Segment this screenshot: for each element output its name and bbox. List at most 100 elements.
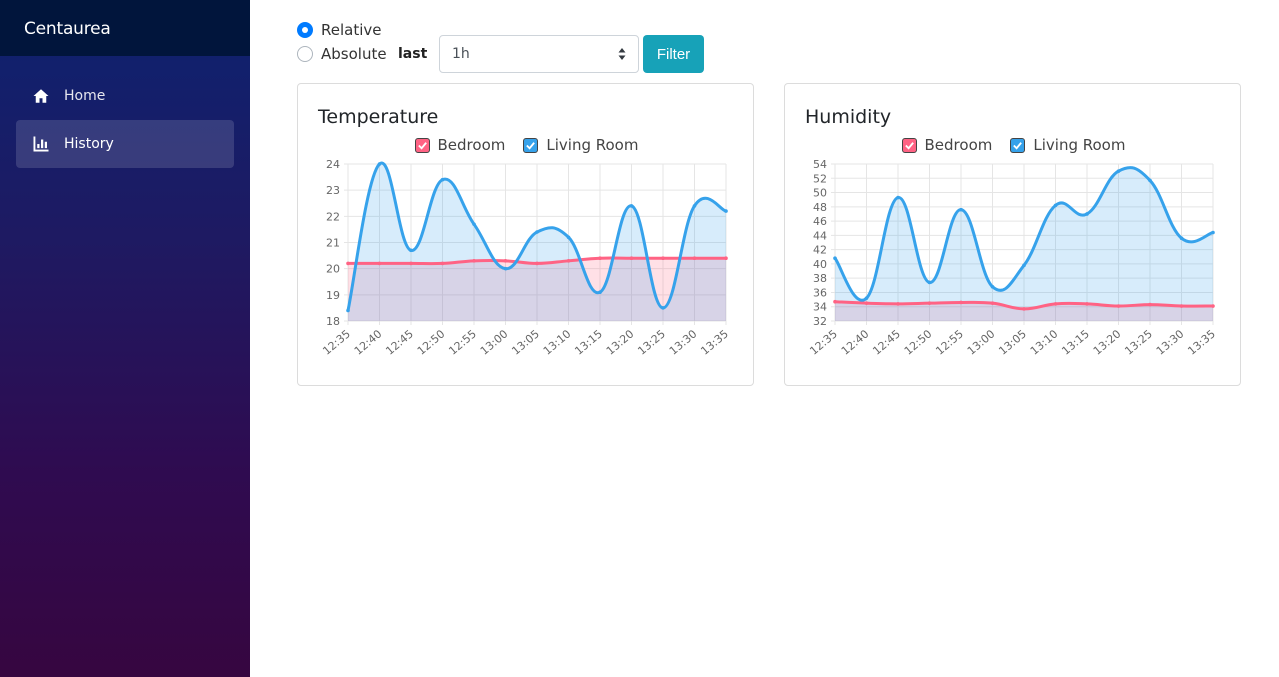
x-tick-label: 13:05 [509,327,542,357]
data-point[interactable] [503,259,508,263]
data-point[interactable] [724,209,728,213]
x-tick-label: 13:20 [604,327,637,357]
x-tick-label: 12:40 [839,327,872,357]
data-point[interactable] [629,256,634,260]
y-tick-label: 36 [813,286,827,299]
data-point[interactable] [990,284,995,289]
humidity-card: Humidity Bedroom Living Room 32 34 36 38 40 4… [784,83,1241,386]
x-tick-label: 13:15 [572,327,605,357]
y-tick-label: 22 [326,210,340,223]
x-tick-label: 12:45 [383,327,416,357]
x-tick-label: 13:30 [1154,327,1187,357]
data-point[interactable] [535,230,539,234]
main-content: Relative Absolute last 1h Filter Tempera… [250,0,1279,677]
data-point[interactable] [1022,263,1026,268]
y-tick-label: 54 [813,158,827,171]
y-tick-label: 40 [813,258,827,271]
data-point[interactable] [833,299,837,304]
data-point[interactable] [1148,302,1152,307]
x-tick-label: 12:45 [870,327,903,357]
range-select[interactable]: 1h [439,35,639,73]
data-point[interactable] [346,261,350,266]
x-tick-label: 13:00 [965,327,998,357]
data-point[interactable] [503,266,508,271]
data-point[interactable] [896,195,900,200]
data-point[interactable] [864,301,869,305]
data-point[interactable] [927,280,932,285]
y-tick-label: 23 [326,184,340,197]
x-tick-label: 13:35 [1185,327,1218,357]
y-tick-label: 50 [813,187,827,200]
data-point[interactable] [535,261,539,266]
sidebar-item-label: History [64,136,114,152]
data-point[interactable] [959,207,963,212]
data-point[interactable] [724,256,728,260]
data-point[interactable] [472,222,476,226]
y-tick-label: 46 [813,215,827,228]
data-point[interactable] [1179,236,1184,241]
data-point[interactable] [1148,178,1152,183]
temperature-chart: 1819202122232412:3512:4012:4512:5012:551… [320,158,731,358]
data-point[interactable] [1053,302,1058,306]
data-point[interactable] [377,162,382,166]
data-point[interactable] [566,259,571,263]
data-point[interactable] [896,302,900,306]
bar-chart-icon [32,135,50,153]
x-tick-label: 13:25 [1122,327,1155,357]
data-point[interactable] [629,204,634,208]
data-point[interactable] [864,296,869,300]
data-point[interactable] [440,261,445,266]
data-point[interactable] [377,261,382,266]
data-point[interactable] [1179,304,1184,308]
data-point[interactable] [1053,203,1058,208]
data-point[interactable] [959,300,963,305]
data-point[interactable] [409,248,413,253]
data-point[interactable] [1116,169,1121,173]
data-point[interactable] [661,306,665,310]
absolute-radio-option[interactable]: Absolute [297,45,387,63]
data-point[interactable] [990,301,995,305]
temperature-card: Temperature Bedroom Living Room 18 19 20 21… [297,83,754,386]
sidebar-item-home[interactable]: Home [16,72,234,120]
data-point[interactable] [1022,307,1026,311]
filter-button[interactable]: Filter [643,35,704,73]
data-point[interactable] [566,235,571,240]
data-point[interactable] [1211,304,1215,308]
data-point[interactable] [692,256,697,260]
humidity-chart: 32343638404244464850525412:3512:4012:451… [807,158,1218,358]
data-point[interactable] [1085,302,1089,306]
data-point[interactable] [833,256,837,260]
data-point[interactable] [346,308,350,313]
sidebar-item-label: Home [64,88,106,104]
y-tick-label: 34 [813,301,827,314]
sidebar-nav: Home History [0,56,250,168]
data-point[interactable] [1116,304,1121,308]
app-title[interactable]: Centaurea [0,0,250,56]
relative-radio-option[interactable]: Relative [297,21,382,39]
data-point[interactable] [409,261,413,266]
absolute-radio[interactable] [297,46,313,62]
x-tick-label: 13:20 [1091,327,1124,357]
y-tick-label: 32 [813,315,827,328]
x-tick-label: 12:50 [902,327,935,357]
x-tick-label: 13:25 [635,327,668,357]
data-point[interactable] [1211,230,1215,235]
data-point[interactable] [598,256,602,260]
y-tick-label: 42 [813,244,827,257]
data-point[interactable] [1085,212,1089,216]
data-point[interactable] [927,301,932,305]
x-tick-label: 13:30 [667,327,700,357]
data-point[interactable] [661,256,665,260]
data-point[interactable] [692,204,697,208]
x-tick-label: 12:55 [446,327,479,357]
x-tick-label: 13:10 [541,327,574,357]
sidebar-item-history[interactable]: History [16,120,234,168]
filter-bar: Relative Absolute last 1h Filter [297,20,817,75]
data-point[interactable] [472,259,476,263]
x-tick-label: 12:40 [352,327,385,357]
last-label: last [398,46,428,62]
data-point[interactable] [440,177,445,182]
y-tick-label: 44 [813,229,827,242]
data-point[interactable] [598,290,602,295]
relative-radio[interactable] [297,22,313,38]
